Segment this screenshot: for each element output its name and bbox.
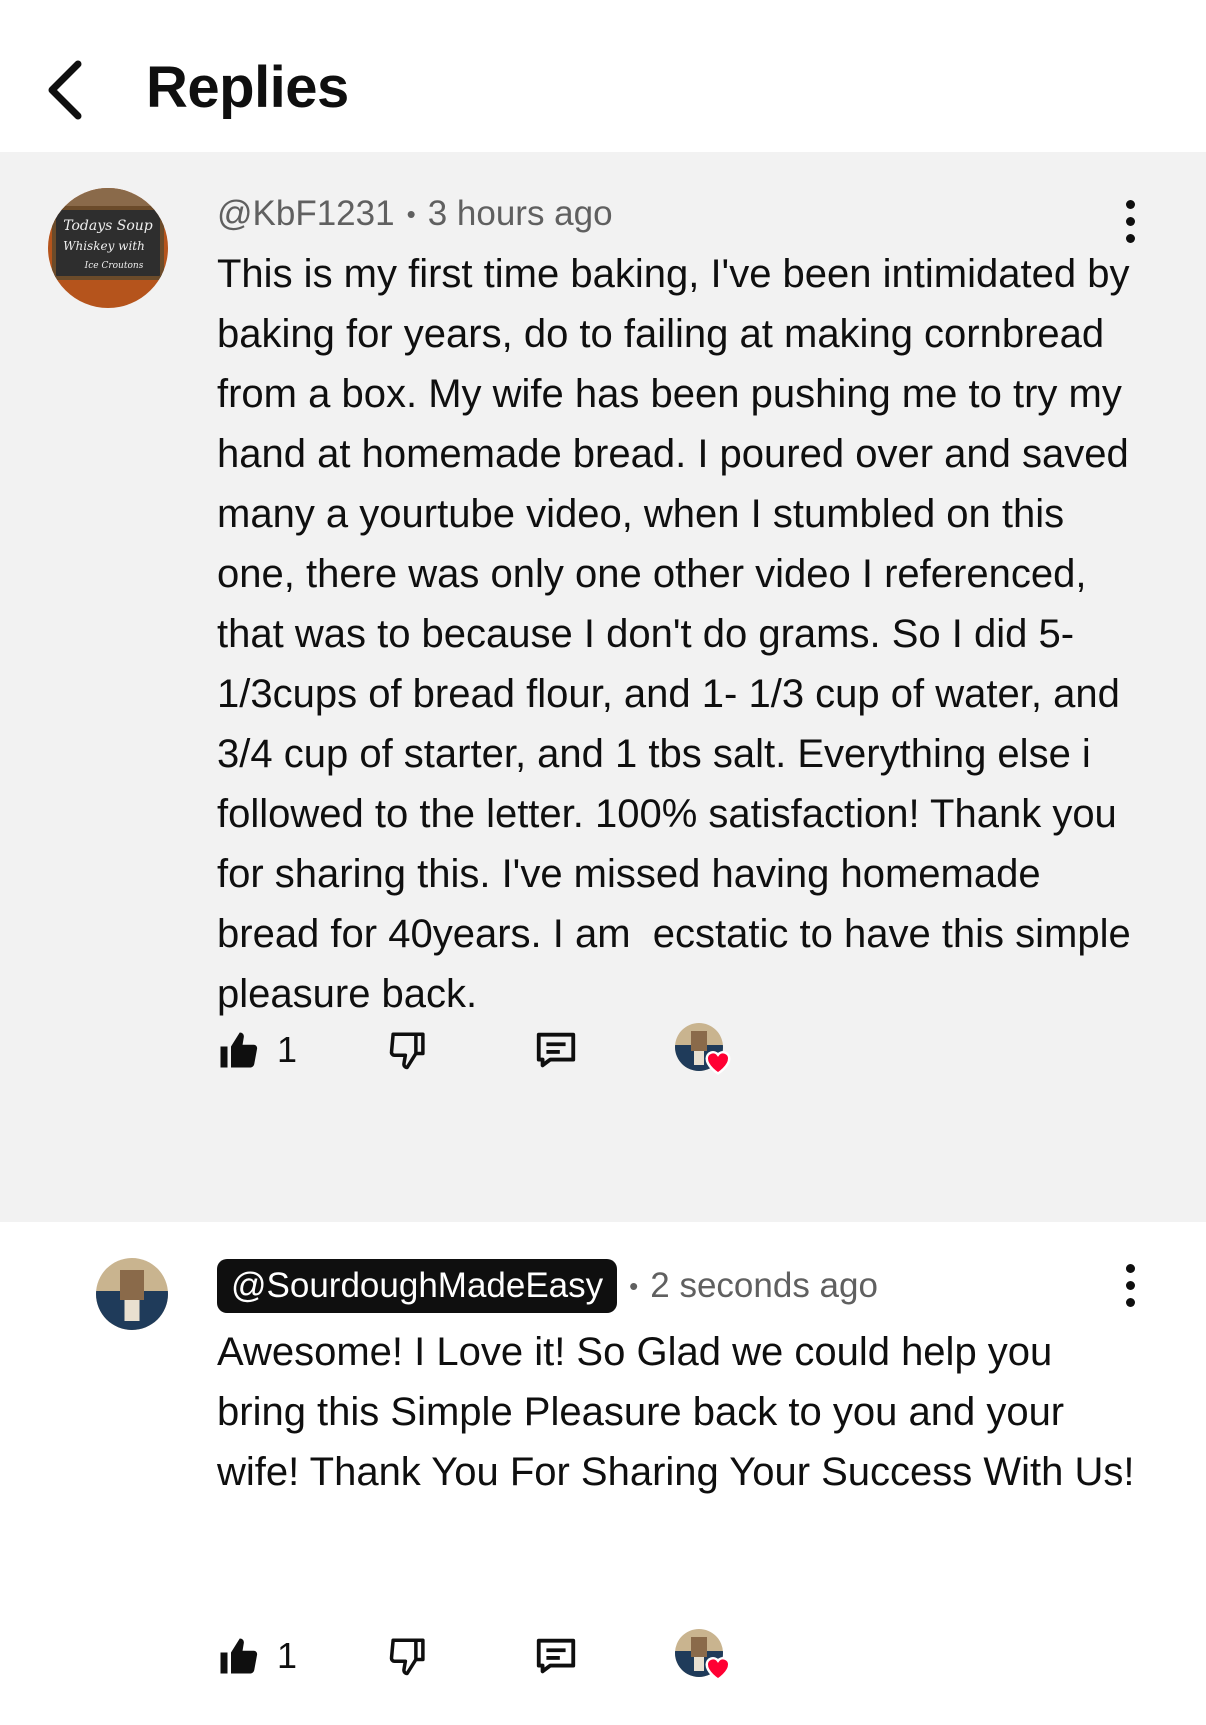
more-options-button[interactable] xyxy=(1110,192,1150,252)
reply-button[interactable] xyxy=(533,1020,579,1080)
heart-icon xyxy=(705,1051,731,1075)
like-button[interactable]: 1 xyxy=(217,1626,297,1686)
chalkboard-avatar-image: Todays Soup Whiskey with Ice Croutons xyxy=(48,188,168,308)
top-bar: Replies xyxy=(0,0,1206,152)
comment-author[interactable]: @KbF1231 xyxy=(217,194,395,234)
separator-dot: • xyxy=(406,198,416,229)
creator-heart[interactable] xyxy=(675,1626,731,1686)
reply-text: Awesome! I Love it! So Glad we could hel… xyxy=(217,1330,1135,1494)
reply-actions: 1 xyxy=(217,1626,777,1686)
like-count: 1 xyxy=(277,1635,298,1676)
comment-icon xyxy=(536,1638,576,1674)
dislike-button[interactable] xyxy=(387,1626,429,1686)
avatar[interactable] xyxy=(96,1258,168,1330)
thumbs-down-icon xyxy=(389,1032,425,1070)
thumbs-up-icon xyxy=(220,1032,258,1068)
comment-text: This is my first time baking, I've been … xyxy=(217,252,1142,1016)
reply-comment: @SourdoughMadeEasy • 2 seconds ago Aweso… xyxy=(0,1222,1206,1725)
thumbs-up-icon xyxy=(220,1638,258,1674)
page-title: Replies xyxy=(146,55,349,120)
back-button[interactable] xyxy=(40,50,100,130)
like-button[interactable]: 1 xyxy=(217,1020,297,1080)
svg-text:Whiskey with: Whiskey with xyxy=(63,239,145,253)
reply-button[interactable] xyxy=(533,1626,579,1686)
avatar[interactable]: Todays Soup Whiskey with Ice Croutons xyxy=(48,188,168,308)
reply-time: 2 seconds ago xyxy=(650,1266,878,1305)
separator-dot: • xyxy=(629,1270,639,1301)
svg-text:Ice Croutons: Ice Croutons xyxy=(84,261,144,271)
comment-icon xyxy=(536,1032,576,1068)
chevron-left-icon xyxy=(48,60,82,120)
heart-icon xyxy=(705,1657,731,1681)
comment-meta: @KbF1231 • 3 hours ago xyxy=(217,190,613,238)
more-options-button[interactable] xyxy=(1110,1256,1150,1316)
channel-avatar-image xyxy=(96,1258,168,1330)
reply-meta: @SourdoughMadeEasy • 2 seconds ago xyxy=(217,1258,878,1314)
thumbs-down-icon xyxy=(389,1638,425,1676)
comment-time: 3 hours ago xyxy=(427,194,613,233)
creator-heart[interactable] xyxy=(675,1020,731,1080)
like-count: 1 xyxy=(277,1029,298,1070)
channel-owner-badge[interactable]: @SourdoughMadeEasy xyxy=(217,1259,618,1313)
dislike-button[interactable] xyxy=(387,1020,429,1080)
original-comment: Todays Soup Whiskey with Ice Croutons @K… xyxy=(0,152,1206,1222)
comment-actions: 1 xyxy=(217,1020,777,1080)
svg-text:Todays Soup: Todays Soup xyxy=(63,218,153,234)
